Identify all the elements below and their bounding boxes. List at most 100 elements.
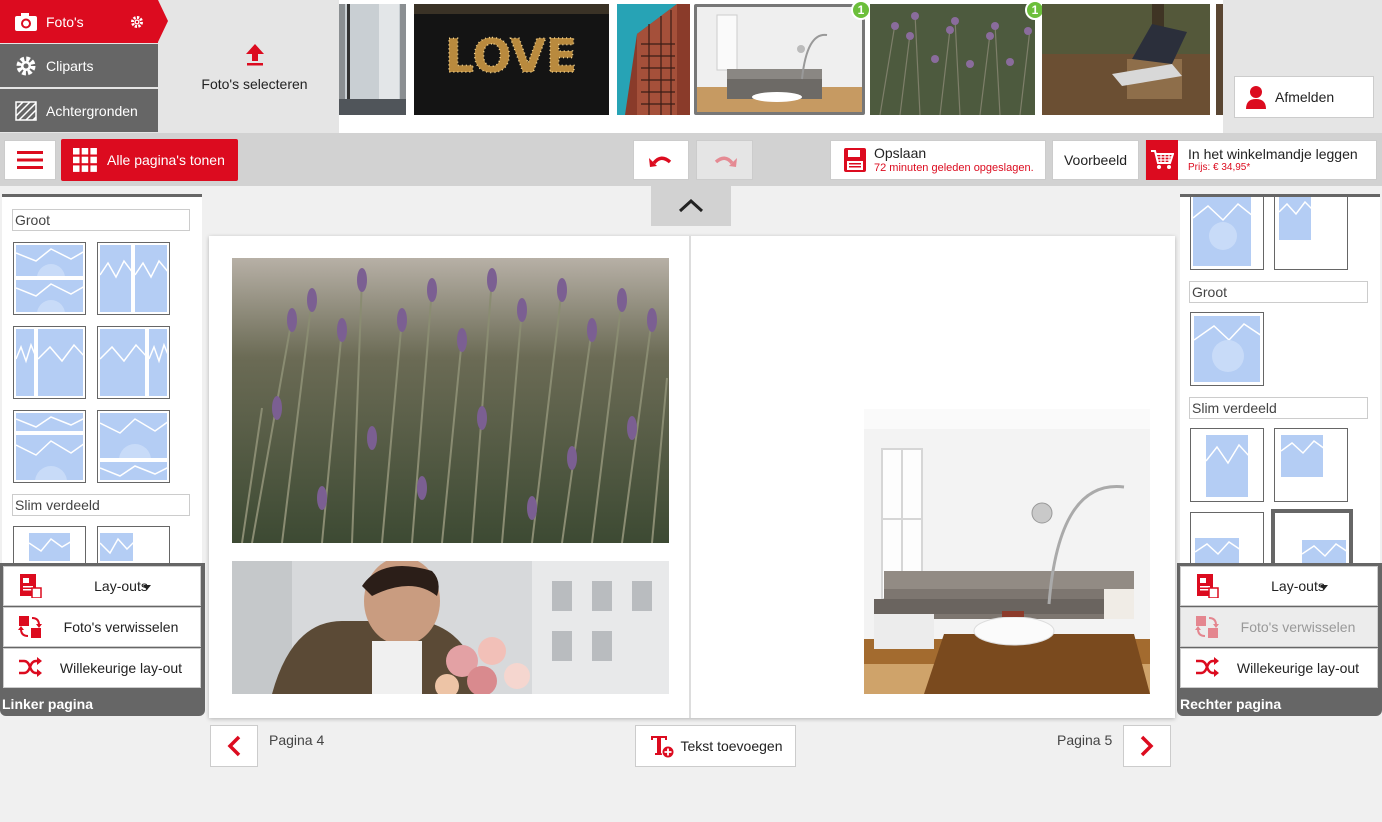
photo-placeholder: [37, 328, 84, 397]
tab-photos-label: Foto's: [46, 13, 84, 30]
add-to-cart-button[interactable]: In het winkelmandje leggen Prijs: € 34,9…: [1145, 140, 1377, 180]
right-page-number: Pagina 5: [1057, 732, 1113, 748]
photo-placeholder: [1301, 539, 1347, 564]
swap-icon: [1195, 615, 1219, 639]
tab-backgrounds-label: Achtergronden: [46, 102, 138, 119]
tab-photos[interactable]: Foto's: [0, 0, 158, 43]
hamburger-icon: [17, 150, 43, 170]
caret-down-icon: [1320, 585, 1328, 590]
select-photos-button[interactable]: Foto's selecteren: [170, 0, 339, 133]
thumbnail-living-room[interactable]: [694, 4, 865, 115]
tab-cliparts[interactable]: Cliparts: [0, 44, 158, 87]
left-layouts-dropdown[interactable]: Lay-outs: [3, 566, 201, 606]
layout-option[interactable]: [13, 526, 86, 564]
layout-option[interactable]: [13, 242, 86, 315]
thumbnail-laptop-forest[interactable]: [1042, 4, 1210, 115]
thumbnail-partial[interactable]: [1216, 4, 1223, 115]
layout-option[interactable]: [97, 242, 170, 315]
left-section-smart: Slim verdeeld: [12, 494, 190, 516]
layout-option[interactable]: [97, 326, 170, 399]
menu-button[interactable]: [4, 140, 56, 180]
layout-icon: [1195, 574, 1219, 598]
page-photo-lavender[interactable]: [232, 258, 669, 543]
add-text-button[interactable]: Tekst toevoegen: [635, 725, 796, 767]
background-pattern-icon: [14, 99, 38, 123]
preview-button[interactable]: Voorbeeld: [1052, 140, 1139, 180]
collapse-strip-button[interactable]: [651, 186, 731, 226]
settings-gear-icon[interactable]: [130, 15, 144, 29]
cart-label: In het winkelmandje leggen: [1188, 146, 1358, 163]
layout-option[interactable]: [1274, 428, 1348, 502]
save-label: Opslaan: [874, 145, 927, 162]
layout-icon: [18, 574, 42, 598]
left-page-actions: Lay-outs Foto's verwisselen Willekeurige…: [0, 563, 205, 716]
chevron-left-icon: [227, 735, 241, 757]
photo-strip[interactable]: LOVE 1 1: [339, 0, 1223, 133]
left-random-label: Willekeurige lay-out: [59, 660, 183, 676]
photo-placeholder: [28, 532, 71, 562]
page-photo-man-flowers[interactable]: [232, 561, 669, 694]
chevron-up-icon: [678, 199, 704, 213]
layout-option[interactable]: [13, 326, 86, 399]
thumbnail-lavender[interactable]: [870, 4, 1035, 115]
logout-button[interactable]: Afmelden: [1234, 76, 1374, 118]
redo-button[interactable]: [696, 140, 753, 180]
page-photo-living-room[interactable]: [864, 409, 1150, 694]
thumbnail-living-room-badge: 1: [851, 0, 871, 20]
add-text-label: Tekst toevoegen: [680, 738, 783, 754]
layout-option[interactable]: [1190, 312, 1264, 386]
add-text-icon: [649, 733, 675, 759]
next-page-button[interactable]: [1123, 725, 1171, 767]
tab-cliparts-label: Cliparts: [46, 57, 94, 74]
photo-placeholder: [1280, 434, 1324, 478]
photo-placeholder: [148, 328, 168, 397]
right-layouts-label: Lay-outs: [1271, 578, 1325, 594]
photo-placeholder: [134, 244, 168, 313]
right-page-title: Rechter pagina: [1180, 696, 1282, 712]
photo-placeholder: [15, 328, 35, 397]
undo-button[interactable]: [633, 140, 689, 180]
photo-placeholder: [99, 412, 168, 459]
photo-placeholder: [1205, 434, 1249, 498]
right-layout-panel: Groot Slim verdeeld: [1180, 194, 1380, 564]
caret-down-icon: [143, 585, 151, 590]
left-page-number: Pagina 4: [269, 732, 325, 748]
right-layouts-dropdown[interactable]: Lay-outs: [1180, 566, 1378, 606]
layout-option[interactable]: [1190, 512, 1264, 564]
photo-placeholder: [1278, 197, 1312, 241]
thumbnail-window[interactable]: [339, 4, 406, 115]
grid-icon: [73, 148, 97, 172]
spread-fold: [689, 236, 691, 718]
left-layout-panel: Groot Slim verdeeld: [2, 194, 202, 564]
tab-backgrounds[interactable]: Achtergronden: [0, 89, 158, 132]
previous-page-button[interactable]: [210, 725, 258, 767]
thumbnail-building[interactable]: [617, 4, 690, 115]
swap-icon: [18, 615, 42, 639]
thumbnail-love-sign[interactable]: LOVE: [414, 4, 609, 115]
photo-placeholder: [15, 412, 84, 432]
preview-label: Voorbeeld: [1063, 152, 1128, 168]
layout-option-selected[interactable]: [1271, 509, 1353, 564]
right-swap-photos-button[interactable]: Foto's verwisselen: [1180, 607, 1378, 647]
layout-option[interactable]: [1190, 197, 1264, 270]
floppy-disk-icon: [844, 148, 866, 172]
svg-text:LOVE: LOVE: [445, 29, 578, 83]
left-swap-photos-button[interactable]: Foto's verwisselen: [3, 607, 201, 647]
shuffle-icon: [1195, 656, 1219, 680]
left-swap-label: Foto's verwisselen: [63, 619, 179, 635]
layout-option[interactable]: [13, 410, 86, 483]
layout-option[interactable]: [97, 526, 170, 564]
undo-icon: [648, 152, 674, 168]
layout-option[interactable]: [97, 410, 170, 483]
left-random-layout-button[interactable]: Willekeurige lay-out: [3, 648, 201, 688]
right-page-actions: Lay-outs Foto's verwisselen Willekeurige…: [1177, 563, 1382, 716]
upload-icon: [244, 42, 266, 66]
save-button[interactable]: Opslaan 72 minuten geleden opgeslagen.: [830, 140, 1046, 180]
left-page-title: Linker pagina: [2, 696, 94, 712]
right-random-label: Willekeurige lay-out: [1236, 660, 1360, 676]
all-pages-button[interactable]: Alle pagina's tonen: [61, 139, 238, 181]
layout-option[interactable]: [1190, 428, 1264, 502]
right-random-layout-button[interactable]: Willekeurige lay-out: [1180, 648, 1378, 688]
right-section-large: Groot: [1189, 281, 1368, 303]
layout-option[interactable]: [1274, 197, 1348, 270]
